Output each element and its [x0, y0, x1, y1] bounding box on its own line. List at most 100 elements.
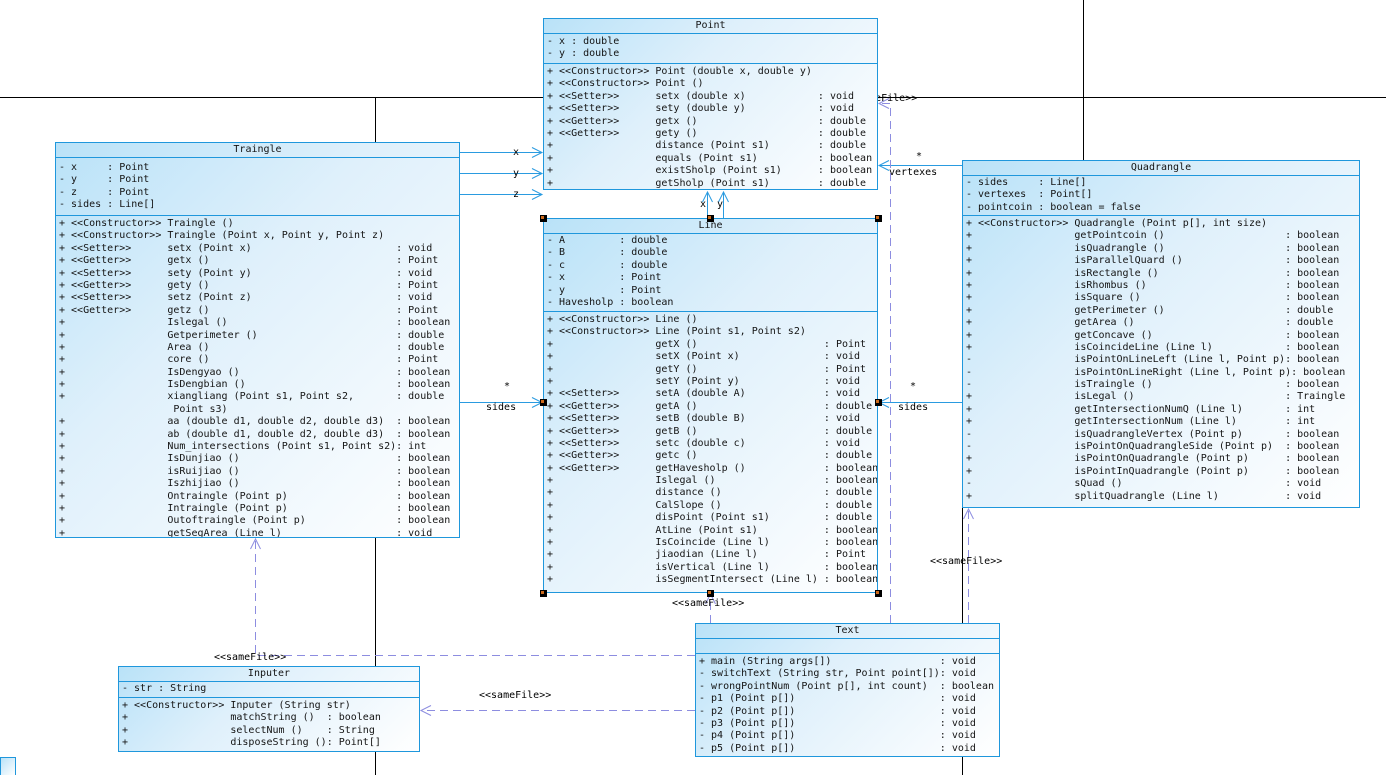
role-label-line-x: x: [700, 199, 707, 210]
attributes-section: - sides : Line[] - vertexes : Point[] - po…: [963, 176, 1359, 216]
class-text[interactable]: Text + main (String args[]): void - switchT…: [695, 623, 1000, 757]
class-traingle[interactable]: Traingle - x : Point - y : Point - z : Poi…: [55, 142, 460, 538]
method-row: - isPointOnQuadrangleSide (Point p): bool…: [966, 441, 1340, 453]
method-row: + <<Getter>> getB (): double: [547, 425, 873, 437]
selection-handle-top-left[interactable]: [540, 215, 547, 222]
selection-handle-bottom-mid[interactable]: [707, 590, 714, 597]
stereotype-samefile-text-traingle: <<sameFile>>: [214, 652, 287, 663]
method-row: + Area (): double: [59, 341, 445, 353]
method-row: + ab (double d1, double d2, double d3): b…: [59, 428, 451, 440]
method-row: - isPointOnLineLeft (Line l, Point p): bo…: [966, 354, 1340, 366]
method-row: + matchString (): boolean: [122, 712, 381, 724]
methods-section: + <<Constructor>> Inputer (String str) + mat…: [119, 698, 419, 751]
class-quadrangle[interactable]: Quadrangle - sides : Line[] - vertexes : …: [962, 160, 1360, 508]
stereotype-samefile-text-quadrangle: <<sameFile>>: [930, 556, 1003, 567]
selection-handle-bottom-left[interactable]: [540, 590, 547, 597]
method-row: + selectNum (): String: [122, 724, 375, 736]
method-row: + IsDengyao (): boolean: [59, 366, 451, 378]
method-row: + AtLine (Point s1): boolean: [547, 524, 877, 536]
class-line[interactable]: Line - A : double - B : double - c : doubl…: [543, 218, 878, 593]
partial-class-box[interactable]: [0, 757, 16, 775]
attribute-row: - x : Point: [59, 162, 150, 173]
attribute-row: - y : Point: [547, 284, 662, 296]
method-row: + CalSlope (): double: [547, 499, 873, 511]
method-row: + isPointInQuadrangle (Point p): boolean: [966, 465, 1340, 477]
class-title: Inputer: [119, 667, 419, 682]
role-label-line-y: y: [717, 199, 724, 210]
method-row: + <<Setter>> sety (Point y): void: [59, 267, 433, 279]
method-row: + getSholp (Point s1): double: [547, 177, 867, 189]
method-row: + Getperimeter (): double: [59, 329, 445, 341]
method-row: + Islegal (): boolean: [547, 475, 877, 487]
method-row: + isRectangle (): boolean: [966, 267, 1340, 279]
class-point[interactable]: Point - x : double - y : double + <<Constr…: [543, 18, 878, 190]
attributes-section: [696, 639, 999, 654]
method-row: + getX (): Point: [547, 338, 867, 350]
method-row: + distance (): double: [547, 487, 873, 499]
method-row: + <<Getter>> getx (): double: [547, 115, 867, 127]
diagram-canvas[interactable]: x y z x y sides * sides * vertexes * <<s…: [0, 0, 1386, 775]
attribute-row: - x : Point: [547, 272, 662, 284]
method-row: + <<Constructor>> Line (Point s1, Point s2…: [547, 326, 806, 338]
association-traingle-point[interactable]: [460, 147, 544, 200]
selection-handle-mid-right[interactable]: [875, 399, 882, 406]
method-row: + Num_intersections (Point s1, Point s2):…: [59, 441, 427, 453]
method-row: - p3 (Point p[]): void: [699, 717, 976, 729]
method-row: + <<Getter>> getx (): Point: [59, 255, 439, 267]
role-label-sides-left: sides: [486, 402, 517, 413]
method-row: + <<Constructor>> Line (): [547, 314, 698, 325]
method-row: - p5 (Point p[]): void: [699, 742, 976, 754]
attribute-row: - B : double: [547, 247, 668, 259]
method-row: + Intraingle (Point p): boolean: [59, 502, 451, 514]
method-row: - p4 (Point p[]): void: [699, 730, 976, 742]
selection-handle-bottom-right[interactable]: [875, 590, 882, 597]
attribute-row: - z : Point: [59, 186, 150, 198]
method-row: + isQuadrangle (): boolean: [966, 242, 1340, 254]
selection-handle-top-mid[interactable]: [707, 215, 714, 222]
method-row: + <<Constructor>> Traingle (): [59, 218, 234, 229]
selection-handle-top-right[interactable]: [875, 215, 882, 222]
role-label-sides-right: sides: [898, 402, 929, 413]
method-row: + equals (Point s1): boolean: [547, 152, 873, 164]
method-row: + getPointcoin (): boolean: [966, 230, 1340, 242]
method-row: + <<Setter>> setx (Point x): void: [59, 242, 433, 254]
method-row: + isSegmentIntersect (Line l): boolean: [547, 574, 877, 586]
method-row: - sQuad (): void: [966, 478, 1322, 490]
method-row: + isPointOnQuadrangle (Point p): boolean: [966, 453, 1340, 465]
class-inputer[interactable]: Inputer - str : String + <<Constructor>> I…: [118, 666, 420, 752]
attribute-row: - sides : Line[]: [59, 199, 156, 211]
method-row: + isCoincideLine (Line l): boolean: [966, 341, 1340, 353]
method-row: + IsDengbian (): boolean: [59, 379, 451, 391]
method-row: - isQuadrangleVertex (Point p): boolean: [966, 428, 1340, 440]
method-row: - wrongPointNum (Point p[], int count): b…: [699, 680, 994, 692]
method-row: + getConcave (): boolean: [966, 329, 1340, 341]
method-row: + splitQuadrangle (Line l): void: [966, 490, 1322, 502]
method-row: + main (String args[]): void: [699, 656, 976, 667]
method-row: - isTraingle (): boolean: [966, 379, 1340, 391]
attributes-section: - x : Point - y : Point - z : Point - sides…: [56, 158, 459, 216]
method-row: + Outoftraingle (Point p): boolean: [59, 515, 451, 527]
attributes-section: - A : double - B : double - c : double - x …: [544, 234, 877, 312]
method-row: + <<Getter>> getc (): double: [547, 450, 873, 462]
multiplicity-sides-left: *: [504, 381, 511, 392]
method-row: + disposeString (): Point[]: [122, 737, 381, 749]
attribute-row: - Havesholp : boolean: [547, 296, 674, 308]
method-row: - p2 (Point p[]): void: [699, 705, 976, 717]
selection-handle-mid-left[interactable]: [540, 399, 547, 406]
methods-section: + <<Constructor>> Quadrangle (Point p[], i…: [963, 216, 1359, 507]
method-row: + getArea (): double: [966, 317, 1334, 329]
method-row: + getSegArea (Line l): void: [59, 527, 433, 537]
method-row: + Iszhijiao (): boolean: [59, 478, 451, 490]
method-row: + <<Constructor>> Point (double x, double …: [547, 66, 812, 77]
method-row: + existSholp (Point s1): boolean: [547, 165, 873, 177]
dependency-text-inputer[interactable]: [419, 705, 695, 716]
attribute-row: - pointcoin : boolean = false: [966, 201, 1141, 213]
attribute-row: - A : double: [547, 235, 668, 246]
attribute-row: - y : double: [547, 48, 620, 60]
method-row: + core (): Point: [59, 354, 439, 366]
methods-section: + <<Constructor>> Traingle () + <<Constructo…: [56, 216, 459, 537]
role-label-y: y: [513, 168, 520, 179]
role-label-x: x: [513, 147, 520, 158]
multiplicity-vertexes: *: [916, 151, 923, 162]
attributes-section: - str : String: [119, 682, 419, 698]
